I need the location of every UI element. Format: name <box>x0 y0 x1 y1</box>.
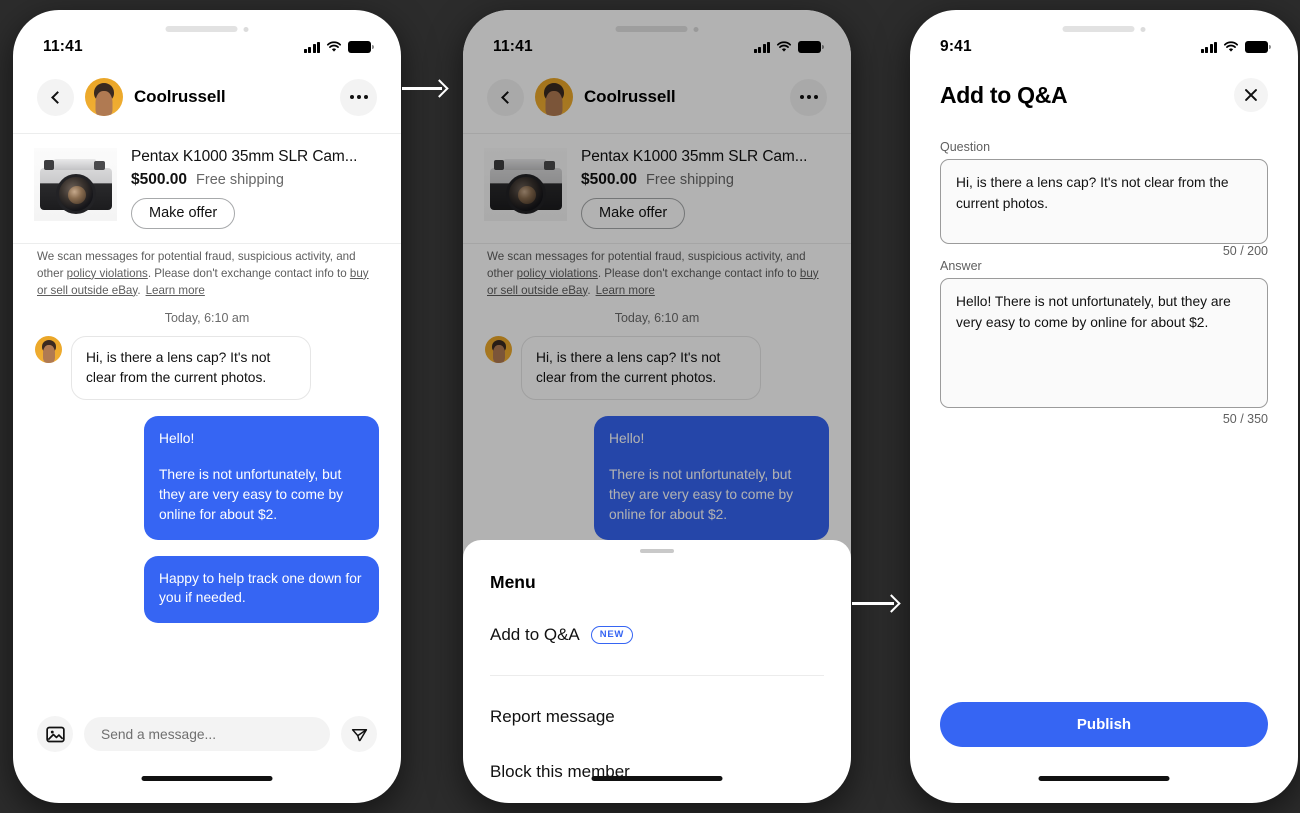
more-options-icon <box>349 95 368 99</box>
message-avatar <box>35 336 62 363</box>
camera-dot <box>243 26 249 32</box>
chat-header: Coolrussell <box>13 66 401 128</box>
arrow-head-icon <box>430 79 449 98</box>
fraud-notice-part3: . <box>137 283 141 297</box>
menu-item-report-message[interactable]: Report message <box>490 707 824 727</box>
item-shipping: Free shipping <box>196 172 284 188</box>
send-icon <box>351 728 367 741</box>
send-button[interactable] <box>341 716 377 752</box>
speaker-notch <box>165 26 249 32</box>
home-indicator <box>591 776 723 781</box>
menu-bottom-sheet: Menu Add to Q&A NEW Report message Block… <box>463 540 851 803</box>
screen-add-to-qa: 9:41 Add to Q&A Question Hi, is there a … <box>910 10 1298 803</box>
back-button[interactable] <box>37 78 74 116</box>
close-button[interactable] <box>1234 78 1268 112</box>
policy-violations-link[interactable]: policy violations <box>67 267 148 280</box>
battery-icon <box>1245 41 1271 53</box>
cellular-signal-icon <box>303 41 320 53</box>
fraud-notice-part2: . Please don't exchange contact info to <box>147 266 350 280</box>
home-indicator <box>1038 776 1170 781</box>
more-options-button[interactable] <box>340 78 377 116</box>
screenshot-stage: 11:41 Coolrussell Pentax K1000 35mm SLR … <box>0 0 1300 813</box>
message-line: Hello! <box>159 431 195 447</box>
message-row-outgoing: Happy to help track one down for you if … <box>35 555 379 624</box>
message-list: Hi, is there a lens cap? It's not clear … <box>13 336 401 624</box>
chevron-left-icon <box>50 90 64 104</box>
speaker-bar <box>165 26 238 32</box>
message-input[interactable]: Send a message... <box>84 717 330 751</box>
phone-mockup-qa-form: 9:41 Add to Q&A Question Hi, is there a … <box>910 10 1298 803</box>
phone-mockup-menu: 11:41 Coolrussell Pentax K1000 35mm SLR … <box>463 10 851 803</box>
compose-bar: Send a message... <box>13 707 401 761</box>
answer-char-counter: 50 / 350 <box>1222 412 1268 426</box>
camera-dot <box>1140 26 1146 32</box>
arrow-head-icon <box>882 594 901 613</box>
chat-username: Coolrussell <box>134 87 226 106</box>
message-bubble-outgoing: Happy to help track one down for you if … <box>144 555 379 624</box>
home-indicator <box>141 776 273 781</box>
question-label: Question <box>940 140 991 154</box>
message-line: There is not unfortunately, but they are… <box>159 467 344 522</box>
message-line: Happy to help track one down for you if … <box>159 570 362 606</box>
question-char-counter: 50 / 200 <box>1222 244 1268 258</box>
phone-mockup-chat: 11:41 Coolrussell Pentax K1000 35mm SLR … <box>13 10 401 803</box>
message-bubble-incoming: Hi, is there a lens cap? It's not clear … <box>71 336 311 401</box>
drag-handle-icon[interactable] <box>640 549 674 553</box>
item-photo <box>34 148 117 221</box>
message-row-incoming: Hi, is there a lens cap? It's not clear … <box>35 336 379 401</box>
menu-item-label: Report message <box>490 707 615 726</box>
image-attachment-icon <box>45 726 65 742</box>
menu-divider <box>490 675 824 676</box>
make-offer-button[interactable]: Make offer <box>131 198 236 229</box>
arrow-panel2-to-panel3 <box>852 594 901 613</box>
fraud-notice: We scan messages for potential fraud, su… <box>13 249 401 299</box>
qa-header: Add to Q&A <box>910 78 1298 112</box>
new-badge: NEW <box>590 626 634 644</box>
answer-input[interactable]: Hello! There is not unfortunately, but t… <box>940 278 1268 408</box>
status-time: 11:41 <box>43 38 83 55</box>
item-price: $500.00 <box>131 171 188 188</box>
speaker-bar <box>1062 26 1135 32</box>
menu-item-label: Add to Q&A <box>490 625 580 644</box>
answer-label: Answer <box>940 259 982 273</box>
page-title: Add to Q&A <box>940 81 1068 108</box>
wifi-icon <box>1223 41 1239 52</box>
publish-button[interactable]: Publish <box>940 702 1268 747</box>
question-input[interactable]: Hi, is there a lens cap? It's not clear … <box>940 159 1268 244</box>
message-input-placeholder: Send a message... <box>101 726 217 742</box>
status-time: 9:41 <box>940 38 972 55</box>
menu-item-add-to-qa[interactable]: Add to Q&A NEW <box>490 625 824 645</box>
message-row-outgoing: Hello! There is not unfortunately, but t… <box>35 416 379 540</box>
screen-chat-menu: 11:41 Coolrussell Pentax K1000 35mm SLR … <box>463 10 851 803</box>
avatar[interactable] <box>85 78 123 116</box>
item-card[interactable]: Pentax K1000 35mm SLR Cam... $500.00 Fre… <box>13 133 401 244</box>
speaker-notch <box>1062 26 1146 32</box>
screen-chat: 11:41 Coolrussell Pentax K1000 35mm SLR … <box>13 10 401 803</box>
menu-title: Menu <box>490 572 536 592</box>
learn-more-link[interactable]: Learn more <box>146 284 205 297</box>
message-bubble-outgoing: Hello! There is not unfortunately, but t… <box>144 416 379 540</box>
image-attachment-button[interactable] <box>37 716 73 752</box>
item-info: Pentax K1000 35mm SLR Cam... $500.00 Fre… <box>131 148 377 229</box>
status-icons <box>1200 41 1271 53</box>
item-title: Pentax K1000 35mm SLR Cam... <box>131 148 358 165</box>
status-icons <box>303 41 374 53</box>
item-price-row: $500.00 Free shipping <box>131 171 377 189</box>
battery-icon <box>348 41 374 53</box>
arrow-panel1-to-panel2 <box>402 79 449 98</box>
conversation-timestamp: Today, 6:10 am <box>164 311 250 325</box>
cellular-signal-icon <box>1200 41 1217 53</box>
wifi-icon <box>326 41 342 52</box>
